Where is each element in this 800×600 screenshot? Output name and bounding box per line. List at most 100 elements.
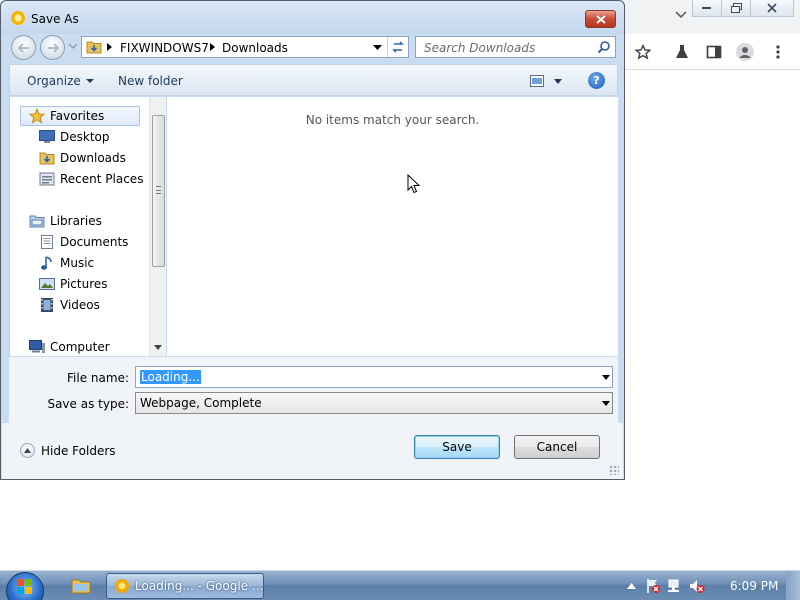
address-history-dropdown[interactable] xyxy=(367,37,387,57)
forward-arrow-icon xyxy=(47,42,59,53)
refresh-button[interactable] xyxy=(387,37,408,57)
chevron-up-icon xyxy=(20,443,35,458)
tree-item-pictures[interactable]: Pictures xyxy=(39,274,108,294)
tree-item-music[interactable]: Music xyxy=(39,253,94,273)
network-icon[interactable] xyxy=(664,577,686,595)
search-icon xyxy=(597,40,611,54)
save-as-dialog: Save As FIXWINDOWS7 Downloads Search Dow… xyxy=(0,0,625,480)
dialog-close-button[interactable] xyxy=(585,10,616,28)
taskbar-chrome-task[interactable]: Loading... - Google ... xyxy=(106,573,264,599)
taskbar-explorer-button[interactable] xyxy=(60,573,102,599)
tree-item-desktop[interactable]: Desktop xyxy=(39,127,110,147)
star-icon xyxy=(29,108,45,124)
change-view-button[interactable] xyxy=(530,73,570,89)
tree-item-favorites[interactable]: Favorites xyxy=(20,106,140,126)
file-name-field[interactable]: Loading... xyxy=(135,366,613,388)
menu-kebab-icon[interactable] xyxy=(768,42,788,62)
save-as-type-select[interactable]: Webpage, Complete xyxy=(135,392,613,414)
tree-item-documents[interactable]: Documents xyxy=(39,232,128,252)
tree-item-downloads[interactable]: Downloads xyxy=(39,148,126,168)
computer-icon xyxy=(29,339,45,355)
scrollbar-thumb[interactable] xyxy=(152,115,165,267)
breadcrumb-computer[interactable]: FIXWINDOWS7 xyxy=(120,41,209,55)
navigation-buttons xyxy=(11,35,67,60)
file-name-value: Loading... xyxy=(140,370,201,384)
chevron-down-icon xyxy=(554,78,562,84)
refresh-icon xyxy=(392,41,404,53)
command-bar: Organize New folder ? xyxy=(9,64,618,96)
cancel-button[interactable]: Cancel xyxy=(514,435,600,459)
organize-label: Organize xyxy=(27,74,81,88)
close-icon xyxy=(595,14,606,24)
dialog-titlebar: Save As xyxy=(1,1,624,34)
desktop-icon xyxy=(39,129,55,145)
downloads-location-icon xyxy=(86,40,102,54)
minimize-icon[interactable] xyxy=(692,0,722,17)
search-placeholder: Search Downloads xyxy=(424,41,536,55)
empty-results-message: No items match your search. xyxy=(305,113,480,127)
tab-search-chevron-icon[interactable] xyxy=(672,6,690,24)
chevron-down-icon[interactable] xyxy=(602,375,610,380)
tree-label-recent-places: Recent Places xyxy=(60,172,144,186)
tree-item-videos[interactable]: Videos xyxy=(39,295,100,315)
libraries-icon xyxy=(29,213,45,229)
resize-grip-icon[interactable] xyxy=(609,465,619,475)
address-bar[interactable]: FIXWINDOWS7 Downloads xyxy=(81,36,409,58)
profile-avatar-icon[interactable] xyxy=(735,42,755,62)
help-button[interactable]: ? xyxy=(588,72,605,89)
tree-label-music: Music xyxy=(60,256,95,270)
search-input[interactable]: Search Downloads xyxy=(415,36,616,58)
restore-icon[interactable] xyxy=(721,0,751,17)
tree-label-desktop: Desktop xyxy=(60,130,110,144)
recent-places-icon xyxy=(39,171,55,187)
folder-icon xyxy=(71,579,91,594)
tree-label-documents: Documents xyxy=(60,235,129,249)
taskbar-clock[interactable]: 6:09 PM xyxy=(730,579,778,593)
save-button[interactable]: Save xyxy=(414,435,500,459)
window-controls xyxy=(692,0,794,17)
file-list-pane[interactable]: No items match your search. xyxy=(167,97,618,356)
tree-label-libraries: Libraries xyxy=(50,214,102,228)
breadcrumb-separator-icon[interactable] xyxy=(107,43,112,51)
system-tray xyxy=(620,577,708,595)
tree-item-computer[interactable]: Computer xyxy=(29,337,110,356)
dialog-footer: Hide Folders Save Cancel xyxy=(2,423,623,479)
breadcrumb-separator-icon[interactable] xyxy=(210,43,215,51)
new-folder-button[interactable]: New folder xyxy=(118,74,183,88)
videos-icon xyxy=(39,297,55,313)
show-desktop-button[interactable] xyxy=(786,571,800,600)
side-panel-icon[interactable] xyxy=(704,42,724,62)
taskbar: Loading... - Google ... 6:09 PM xyxy=(0,570,800,600)
save-as-type-label: Save as type: xyxy=(47,397,129,411)
music-icon xyxy=(39,255,55,271)
labs-flask-icon[interactable] xyxy=(672,42,692,62)
tree-label-favorites: Favorites xyxy=(50,109,105,123)
tree-item-recent-places[interactable]: Recent Places xyxy=(39,169,143,189)
action-center-flag-icon[interactable] xyxy=(642,577,664,595)
tree-label-computer: Computer xyxy=(50,340,110,354)
chrome-icon xyxy=(115,579,129,593)
chevron-down-icon xyxy=(602,401,610,406)
file-name-label: File name: xyxy=(67,371,129,385)
back-button[interactable] xyxy=(11,35,36,60)
volume-muted-icon[interactable] xyxy=(686,577,708,595)
chrome-app-icon xyxy=(11,11,25,25)
navigation-pane-scrollbar[interactable] xyxy=(149,97,166,356)
navigation-pane: Favorites Desktop Downloads Recent Place… xyxy=(9,97,166,356)
start-button[interactable] xyxy=(6,572,44,600)
tree-item-libraries[interactable]: Libraries xyxy=(29,211,102,231)
windows-logo-icon xyxy=(17,579,32,594)
hide-folders-button[interactable]: Hide Folders xyxy=(20,443,116,458)
scroll-down-arrow-icon[interactable] xyxy=(154,345,162,350)
breadcrumb-downloads[interactable]: Downloads xyxy=(222,41,288,55)
forward-button[interactable] xyxy=(40,35,65,60)
tree-label-pictures: Pictures xyxy=(60,277,108,291)
organize-menu-button[interactable]: Organize xyxy=(27,74,94,88)
show-hidden-icons-icon[interactable] xyxy=(620,577,642,595)
recent-pages-dropdown[interactable] xyxy=(68,41,78,51)
taskbar-task-label: Loading... - Google ... xyxy=(135,579,264,593)
hide-folders-label: Hide Folders xyxy=(41,443,116,458)
bookmark-star-icon[interactable] xyxy=(633,42,653,62)
browser-close-icon[interactable] xyxy=(750,0,794,17)
downloads-folder-icon xyxy=(39,150,55,166)
